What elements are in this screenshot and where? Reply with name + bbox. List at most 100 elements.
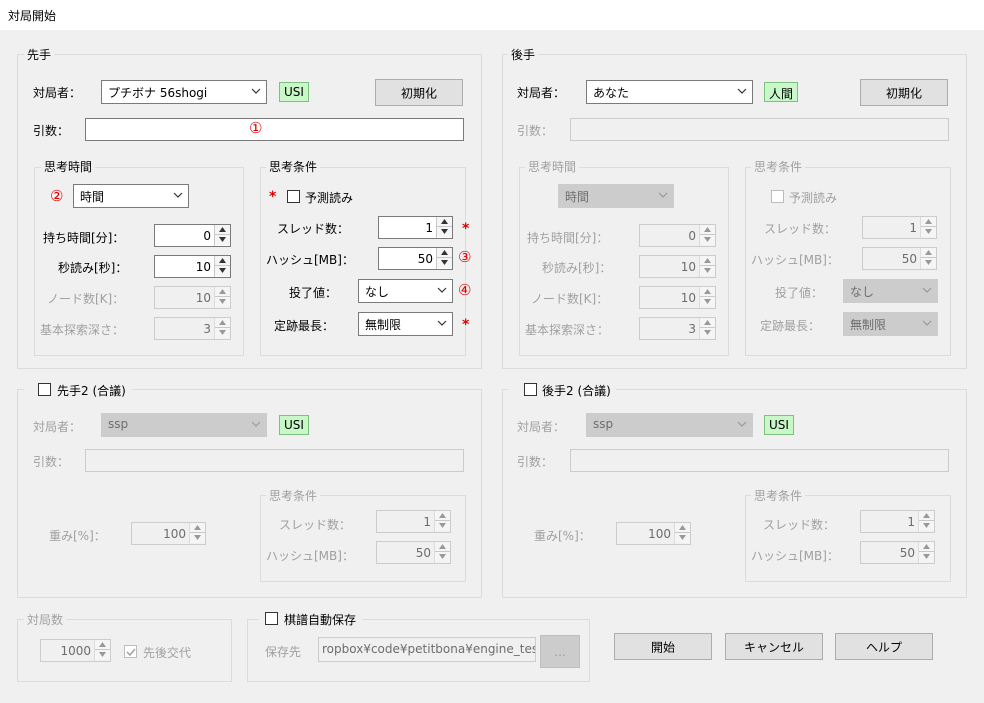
sente-hash-spin[interactable]: 50 (378, 247, 453, 270)
gote2-enable-checkbox[interactable] (524, 383, 537, 396)
spin-down-icon[interactable] (215, 235, 230, 245)
spin-up-icon[interactable] (919, 511, 934, 521)
spin-up-icon[interactable] (921, 217, 936, 227)
spin-up-icon[interactable] (700, 256, 715, 266)
alternate-checkbox[interactable] (124, 645, 137, 658)
sente-resign-select[interactable]: なし (358, 279, 453, 303)
cancel-button[interactable]: キャンセル (725, 633, 823, 660)
gote2-threads-label: スレッド数： (763, 518, 836, 532)
sente2-cond-group (260, 495, 466, 582)
spin-down-icon[interactable] (190, 533, 205, 543)
gote-player-label: 対局者： (517, 86, 566, 100)
gote-init-button[interactable]: 初期化 (860, 79, 948, 106)
gote-nodes-spin[interactable]: 10 (639, 286, 716, 309)
spin-down-icon[interactable] (700, 235, 715, 245)
gote2-args-input[interactable] (570, 449, 949, 472)
gote-byoyomi-spin[interactable]: 10 (639, 255, 716, 278)
sente2-args-input[interactable] (85, 449, 464, 472)
spin-up-icon[interactable] (435, 511, 450, 521)
sente-init-button[interactable]: 初期化 (375, 79, 463, 106)
spin-down-icon[interactable] (437, 227, 452, 237)
sente-ponder-checkbox[interactable] (287, 190, 300, 203)
spin-up-icon[interactable] (215, 256, 230, 266)
games-count-spin[interactable]: 1000 (40, 639, 111, 662)
gote-resign-select[interactable]: なし (843, 279, 938, 303)
gote-group-title: 後手 (508, 46, 539, 63)
spin-down-icon[interactable] (700, 328, 715, 338)
spin-up-icon[interactable] (919, 542, 934, 552)
spin-down-icon[interactable] (921, 258, 936, 268)
sente2-weight-label: 重み[%]： (49, 529, 106, 543)
spin-down-icon[interactable] (675, 533, 690, 543)
spin-up-icon[interactable] (190, 523, 205, 533)
sente2-enable-checkbox[interactable] (38, 383, 51, 396)
sente-hash-label: ハッシュ[MB]： (266, 253, 354, 267)
gote2-hash-spin[interactable]: 50 (860, 541, 935, 564)
spin-up-icon[interactable] (437, 248, 452, 258)
spin-up-icon[interactable] (435, 542, 450, 552)
spin-down-icon[interactable] (921, 227, 936, 237)
sente2-hash-spin[interactable]: 50 (376, 541, 451, 564)
sente-book-select[interactable]: 無制限 (358, 312, 453, 336)
sente2-engine-type-badge: USI (279, 415, 309, 435)
sente-threads-spin[interactable]: 1 (378, 216, 453, 239)
spin-down-icon[interactable] (435, 552, 450, 562)
spin-up-icon[interactable] (95, 640, 110, 650)
spin-down-icon[interactable] (215, 328, 230, 338)
gote-player-select[interactable]: あなた (586, 80, 753, 104)
spin-up-icon[interactable] (700, 225, 715, 235)
sente-byoyomi-spin[interactable]: 10 (154, 255, 231, 278)
gote-main-time-spin[interactable]: 0 (639, 224, 716, 247)
start-button[interactable]: 開始 (614, 633, 712, 660)
browse-button[interactable]: ... (540, 635, 580, 668)
sente2-weight-spin[interactable]: 100 (131, 522, 206, 545)
spin-down-icon[interactable] (95, 650, 110, 660)
annotation-star: * (462, 317, 470, 333)
gote-depth-spin[interactable]: 3 (639, 317, 716, 340)
gote-args-input[interactable] (570, 118, 949, 141)
gote-threads-spin[interactable]: 1 (862, 216, 937, 239)
spin-down-icon[interactable] (215, 297, 230, 307)
spin-up-icon[interactable] (700, 318, 715, 328)
spin-down-icon[interactable] (215, 266, 230, 276)
spin-down-icon[interactable] (435, 521, 450, 531)
gote-ponder-checkbox[interactable] (771, 190, 784, 203)
games-title: 対局数 (24, 611, 67, 628)
sente2-threads-label: スレッド数： (279, 518, 352, 532)
gote2-threads-spin[interactable]: 1 (860, 510, 935, 533)
spin-down-icon[interactable] (919, 552, 934, 562)
spin-up-icon[interactable] (437, 217, 452, 227)
spin-down-icon[interactable] (919, 521, 934, 531)
sente-main-time-spin[interactable]: 0 (154, 224, 231, 247)
spin-up-icon[interactable] (215, 225, 230, 235)
sente-nodes-spin[interactable]: 10 (154, 286, 231, 309)
spin-up-icon[interactable] (700, 287, 715, 297)
help-button[interactable]: ヘルプ (835, 633, 933, 660)
sente-group-title: 先手 (24, 46, 55, 63)
spin-down-icon[interactable] (437, 258, 452, 268)
gote-book-select[interactable]: 無制限 (843, 312, 938, 336)
sente2-args-label: 引数： (33, 455, 70, 469)
sente-args-input[interactable] (85, 118, 464, 141)
spin-up-icon[interactable] (215, 287, 230, 297)
spin-up-icon[interactable] (921, 248, 936, 258)
spin-up-icon[interactable] (215, 318, 230, 328)
sente-think-time-title: 思考時間 (41, 158, 96, 175)
autosave-path-input[interactable]: ropbox¥code¥petitbona¥engine_test (318, 637, 536, 662)
gote-hash-spin[interactable]: 50 (862, 247, 937, 270)
gote-byoyomi-label: 秒読み[秒]： (542, 261, 612, 275)
sente2-player-select[interactable]: ssp (101, 413, 267, 437)
sente-time-mode-select[interactable]: 時間 (73, 184, 189, 208)
spin-down-icon[interactable] (700, 266, 715, 276)
spin-down-icon[interactable] (700, 297, 715, 307)
gote-time-mode-select[interactable]: 時間 (558, 184, 674, 208)
gote-hash-label: ハッシュ[MB]： (751, 253, 839, 267)
gote2-weight-spin[interactable]: 100 (616, 522, 691, 545)
sente-depth-spin[interactable]: 3 (154, 317, 231, 340)
sente2-threads-spin[interactable]: 1 (376, 510, 451, 533)
gote2-player-select[interactable]: ssp (586, 413, 753, 437)
sente-player-select[interactable]: プチボナ 56shogi (101, 80, 267, 104)
gote-book-label: 定跡最長： (760, 319, 821, 333)
autosave-checkbox[interactable] (265, 612, 278, 625)
spin-up-icon[interactable] (675, 523, 690, 533)
